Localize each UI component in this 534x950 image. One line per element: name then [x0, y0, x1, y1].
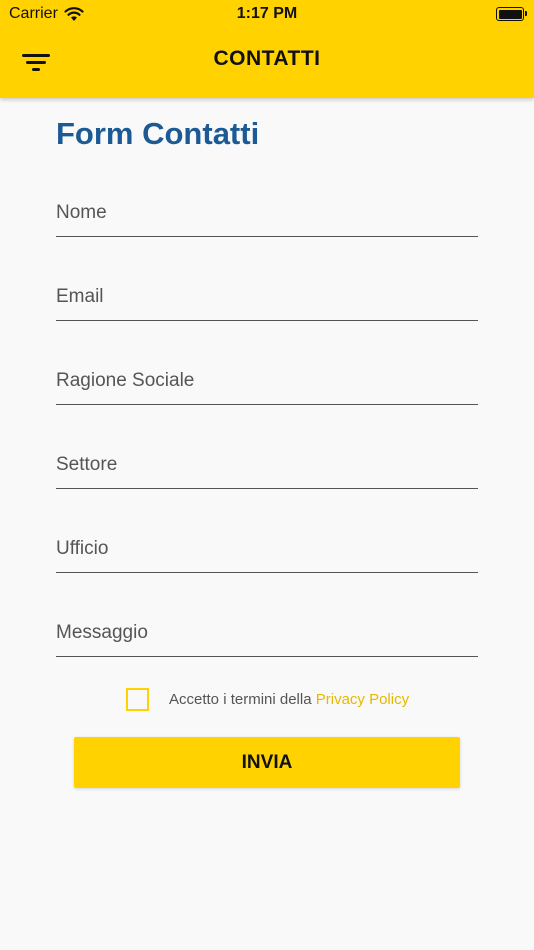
app-header: Carrier 1:17 PM CONTATTI	[0, 0, 534, 98]
privacy-consent-row: Accetto i termini della Privacy Policy	[126, 688, 409, 711]
submit-button[interactable]: INVIA	[74, 737, 460, 788]
messaggio-field[interactable]	[56, 616, 478, 657]
settore-input[interactable]	[56, 448, 478, 488]
privacy-text: Accetto i termini della	[169, 691, 312, 708]
status-bar: Carrier 1:17 PM	[0, 0, 534, 28]
ragione-sociale-input[interactable]	[56, 364, 478, 404]
ragione-sociale-field[interactable]	[56, 364, 478, 405]
settore-field[interactable]	[56, 448, 478, 489]
privacy-consent-text: Accetto i termini della Privacy Policy	[169, 691, 409, 708]
nome-input[interactable]	[56, 196, 478, 236]
battery-icon	[496, 7, 527, 21]
status-time: 1:17 PM	[236, 5, 298, 22]
page-title: CONTATTI	[213, 47, 321, 70]
ufficio-field[interactable]	[56, 532, 478, 573]
nome-field[interactable]	[56, 196, 478, 237]
form-title: Form Contatti	[56, 116, 260, 151]
privacy-policy-link[interactable]: Privacy Policy	[316, 691, 409, 708]
email-field[interactable]	[56, 280, 478, 321]
email-input[interactable]	[56, 280, 478, 320]
messaggio-input[interactable]	[56, 616, 478, 656]
privacy-checkbox[interactable]	[126, 688, 149, 711]
ufficio-input[interactable]	[56, 532, 478, 572]
